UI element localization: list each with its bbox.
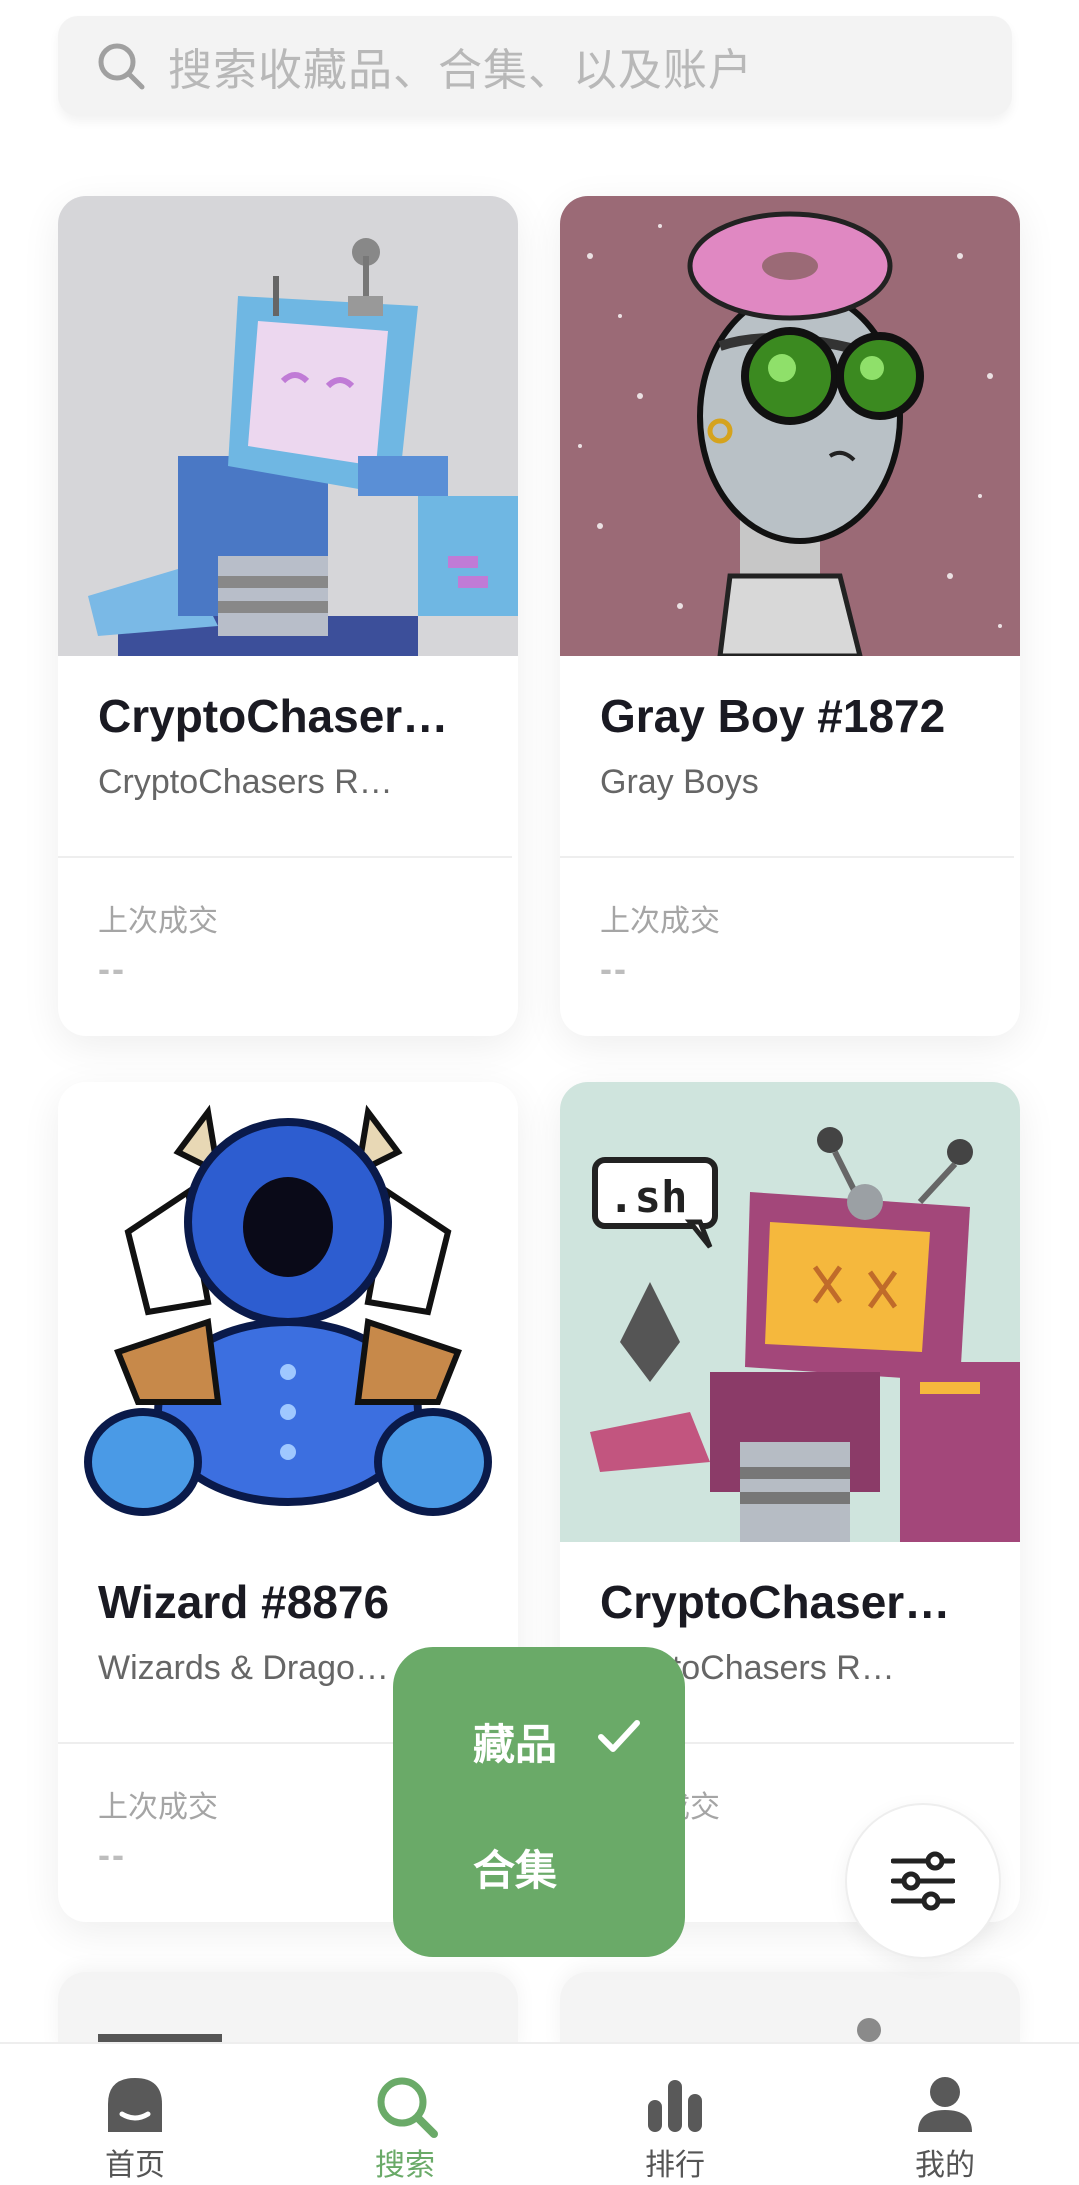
card-title: CryptoChaser…	[600, 1576, 951, 1628]
nav-ranking[interactable]: 排行	[540, 2044, 810, 2185]
nav-home[interactable]: 首页	[0, 2044, 270, 2185]
nft-card-peek[interactable]	[58, 1972, 518, 2052]
search-icon	[377, 2077, 438, 2138]
filter-button[interactable]	[845, 1803, 1001, 1959]
check-icon	[598, 1720, 640, 1752]
image-fragment	[857, 2018, 881, 2042]
nav-profile[interactable]: 我的	[810, 2044, 1079, 2185]
nft-image-robot-pink: .sh	[560, 1082, 1020, 1542]
card-title: CryptoChaser…	[98, 690, 449, 742]
menu-item-collectibles[interactable]: 藏品	[473, 1711, 557, 1772]
nft-image-robot-blue	[58, 196, 518, 656]
ranking-icon	[648, 2080, 702, 2132]
nft-card[interactable]: Gray Boy #1872 Gray Boys 上次成交 --	[560, 196, 1020, 1036]
profile-icon	[918, 2077, 972, 2132]
nft-image-gray-boy	[560, 196, 1020, 656]
svg-text:.sh: .sh	[608, 1172, 687, 1223]
image-fragment	[98, 2034, 222, 2042]
nft-card-peek[interactable]	[560, 1972, 1020, 2052]
home-icon	[108, 2078, 162, 2132]
last-sale-value: --	[600, 948, 628, 989]
nft-card[interactable]: CryptoChaser… CryptoChasers R… 上次成交 --	[58, 196, 518, 1036]
card-title: Wizard #8876	[98, 1576, 390, 1628]
nav-search[interactable]: 搜索	[270, 2044, 540, 2185]
last-sale-value: --	[98, 948, 126, 989]
search-bar[interactable]: 搜索收藏品、合集、以及账户	[58, 16, 1012, 116]
menu-item-collections[interactable]: 合集	[473, 1837, 557, 1898]
card-collection: Gray Boys	[600, 763, 759, 801]
bottom-nav: 首页 搜索 排行 我的	[0, 2042, 1079, 2185]
search-type-menu: 藏品 合集	[393, 1647, 685, 1957]
nft-image-wizard	[58, 1082, 518, 1542]
last-sale-label: 上次成交	[600, 905, 720, 938]
nav-label: 排行	[645, 2149, 705, 2182]
nav-label: 搜索	[375, 2149, 435, 2182]
card-title: Gray Boy #1872	[600, 690, 946, 742]
card-collection: CryptoChasers R…	[98, 763, 393, 801]
last-sale-value: --	[98, 1834, 126, 1875]
last-sale-label: 上次成交	[98, 905, 218, 938]
divider	[560, 856, 1014, 858]
search-icon	[98, 43, 145, 90]
nav-label: 我的	[915, 2149, 975, 2182]
nav-label: 首页	[105, 2149, 165, 2182]
last-sale-label: 上次成交	[98, 1791, 218, 1824]
search-input[interactable]: 搜索收藏品、合集、以及账户	[168, 34, 753, 98]
sliders-icon	[891, 1851, 955, 1911]
divider	[58, 856, 512, 858]
card-collection: Wizards & Drago…	[98, 1649, 389, 1687]
